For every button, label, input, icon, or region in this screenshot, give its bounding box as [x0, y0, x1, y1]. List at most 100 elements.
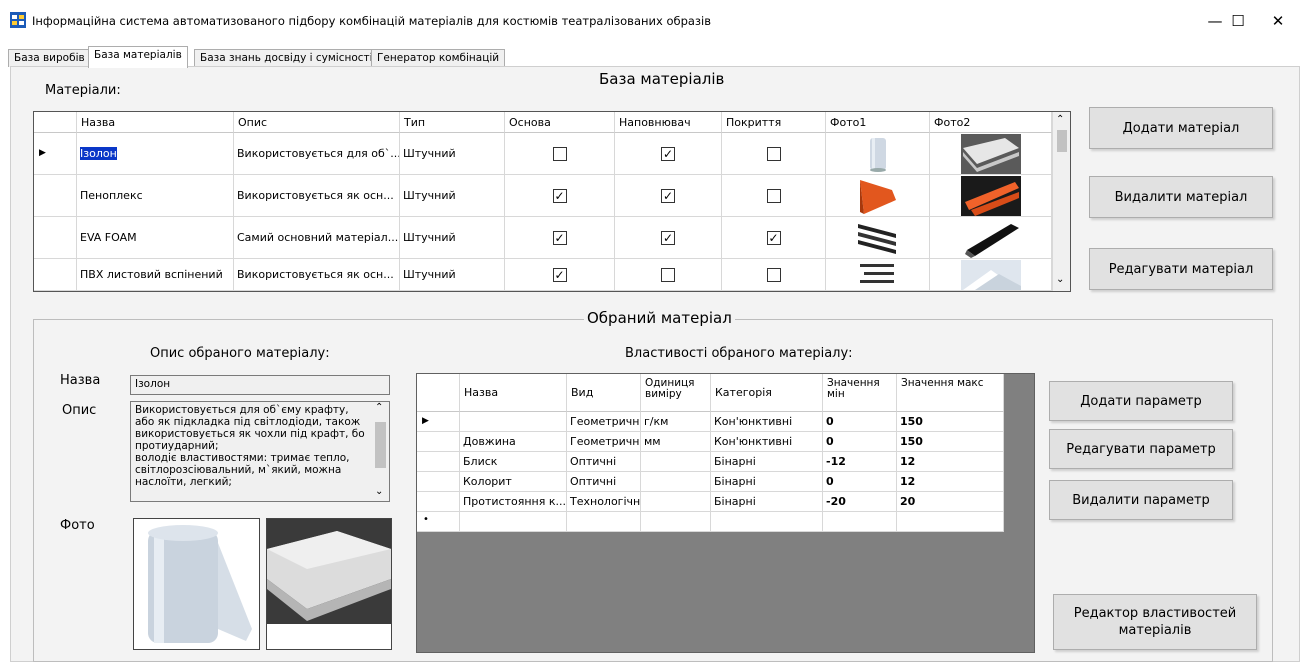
- coating-checkbox[interactable]: ✓: [766, 230, 781, 245]
- scrollbar-thumb[interactable]: [1057, 130, 1067, 152]
- row-header[interactable]: [417, 452, 460, 472]
- material-name-cell[interactable]: EVA FOAM: [77, 217, 234, 259]
- delete-parameter-button[interactable]: Видалити параметр: [1049, 480, 1233, 520]
- prop-max-cell[interactable]: 150: [897, 432, 1004, 452]
- prop-name-cell[interactable]: Протистояння к...: [460, 492, 567, 512]
- material-name-cell[interactable]: Пеноплекс: [77, 175, 234, 217]
- prop-kind-cell[interactable]: Геометричні: [567, 412, 641, 432]
- description-scrollbar[interactable]: ⌃ ⌄: [372, 402, 389, 501]
- add-material-button[interactable]: Додати матеріал: [1089, 107, 1273, 149]
- row-header[interactable]: [34, 217, 77, 259]
- material-desc-cell[interactable]: Використовується як осн...: [234, 259, 400, 291]
- prop-max-cell[interactable]: 150: [897, 412, 1004, 432]
- prop-col-name[interactable]: Назва: [460, 374, 567, 412]
- material-type-cell[interactable]: Штучний: [400, 175, 505, 217]
- edit-material-button[interactable]: Редагувати матеріал: [1089, 248, 1273, 290]
- prop-kind-cell[interactable]: Оптичні: [567, 452, 641, 472]
- material-type-cell[interactable]: Штучний: [400, 133, 505, 175]
- filler-checkbox[interactable]: ✓: [661, 146, 675, 161]
- col-header-base[interactable]: Основа: [505, 112, 615, 133]
- scroll-down-icon[interactable]: ⌄: [375, 486, 383, 497]
- prop-max-cell[interactable]: 12: [897, 472, 1004, 492]
- base-checkbox[interactable]: [552, 146, 567, 161]
- coating-checkbox[interactable]: [766, 267, 781, 282]
- prop-kind-cell[interactable]: Технологічні: [567, 492, 641, 512]
- prop-min-cell[interactable]: 0: [823, 432, 897, 452]
- row-header[interactable]: [34, 175, 77, 217]
- coating-checkbox[interactable]: [766, 188, 781, 203]
- tab-generator[interactable]: Генератор комбінацій: [371, 49, 506, 67]
- prop-name-cell[interactable]: Довжина: [460, 432, 567, 452]
- material-name-cell[interactable]: Ізолон: [77, 133, 234, 175]
- material-name-cell[interactable]: ПВХ листовий вспінений: [77, 259, 234, 291]
- prop-category-cell[interactable]: Кон'юнктивні: [711, 432, 823, 452]
- prop-min-cell[interactable]: 0: [823, 412, 897, 432]
- new-row-cell[interactable]: [823, 512, 897, 532]
- delete-material-button[interactable]: Видалити матеріал: [1089, 176, 1273, 218]
- prop-name-cell[interactable]: Товщина: [460, 412, 567, 432]
- prop-unit-cell[interactable]: [641, 472, 711, 492]
- prop-unit-cell[interactable]: мм: [641, 432, 711, 452]
- new-row-cell[interactable]: [460, 512, 567, 532]
- prop-col-min[interactable]: Значення мін: [823, 374, 897, 412]
- add-parameter-button[interactable]: Додати параметр: [1049, 381, 1233, 421]
- description-textarea[interactable]: Використовується для об`ємy крафту, або …: [130, 401, 390, 502]
- filler-checkbox[interactable]: ✓: [661, 188, 675, 203]
- filler-checkbox[interactable]: [661, 267, 675, 282]
- filler-checkbox[interactable]: ✓: [661, 230, 675, 245]
- prop-col-kind[interactable]: Вид: [567, 374, 641, 412]
- new-row-cell[interactable]: [711, 512, 823, 532]
- prop-name-cell[interactable]: Блиск: [460, 452, 567, 472]
- row-header[interactable]: [417, 432, 460, 452]
- base-checkbox[interactable]: ✓: [552, 188, 567, 203]
- prop-category-cell[interactable]: Кон'юнктивні: [711, 412, 823, 432]
- row-header[interactable]: ▶: [34, 133, 77, 175]
- prop-kind-cell[interactable]: Геометричні: [567, 432, 641, 452]
- prop-min-cell[interactable]: 0: [823, 472, 897, 492]
- prop-unit-cell[interactable]: [641, 492, 711, 512]
- scroll-up-icon[interactable]: ⌃: [1056, 114, 1064, 125]
- edit-parameter-button[interactable]: Редагувати параметр: [1049, 429, 1233, 469]
- prop-min-cell[interactable]: -20: [823, 492, 897, 512]
- prop-category-cell[interactable]: Бінарні: [711, 452, 823, 472]
- prop-unit-cell[interactable]: г/км: [641, 412, 711, 432]
- col-header-photo2[interactable]: Фото2: [930, 112, 1052, 133]
- properties-editor-button[interactable]: Редактор властивостей матеріалів: [1053, 594, 1257, 650]
- coating-checkbox[interactable]: [766, 146, 781, 161]
- new-row-cell[interactable]: [641, 512, 711, 532]
- scroll-down-icon[interactable]: ⌄: [1056, 274, 1064, 285]
- new-row-cell[interactable]: [897, 512, 1004, 532]
- prop-col-max[interactable]: Значення макс: [897, 374, 1004, 412]
- prop-max-cell[interactable]: 12: [897, 452, 1004, 472]
- prop-col-unit[interactable]: Одиниця виміру: [641, 374, 711, 412]
- tab-products[interactable]: База виробів: [8, 49, 91, 67]
- col-header-name[interactable]: Назва: [77, 112, 234, 133]
- scrollbar-thumb[interactable]: [375, 422, 386, 468]
- close-button[interactable]: ✕: [1255, 6, 1301, 36]
- col-header-filler[interactable]: Наповнювач: [615, 112, 722, 133]
- base-checkbox[interactable]: ✓: [552, 230, 567, 245]
- tab-knowledge[interactable]: База знань досвіду і сумісності: [194, 49, 379, 67]
- prop-category-cell[interactable]: Бінарні: [711, 472, 823, 492]
- row-header[interactable]: ▶: [417, 412, 460, 432]
- col-header-type[interactable]: Тип: [400, 112, 505, 133]
- row-header[interactable]: [417, 492, 460, 512]
- row-header[interactable]: [417, 472, 460, 492]
- prop-col-category[interactable]: Категорія: [711, 374, 823, 412]
- prop-unit-cell[interactable]: [641, 452, 711, 472]
- prop-category-cell[interactable]: Бінарні: [711, 492, 823, 512]
- material-desc-cell[interactable]: Самий основний матеріал...: [234, 217, 400, 259]
- new-row-cell[interactable]: [567, 512, 641, 532]
- prop-max-cell[interactable]: 20: [897, 492, 1004, 512]
- col-header-photo1[interactable]: Фото1: [826, 112, 930, 133]
- row-header[interactable]: [34, 259, 77, 291]
- material-desc-cell[interactable]: Використовується для об`...: [234, 133, 400, 175]
- material-type-cell[interactable]: Штучний: [400, 259, 505, 291]
- tab-materials[interactable]: База матеріалів: [88, 46, 188, 68]
- name-field[interactable]: Ізолон: [130, 375, 390, 395]
- prop-kind-cell[interactable]: Оптичні: [567, 472, 641, 492]
- base-checkbox[interactable]: ✓: [552, 267, 567, 282]
- row-header[interactable]: •: [417, 512, 460, 532]
- col-header-coating[interactable]: Покриття: [722, 112, 826, 133]
- scroll-up-icon[interactable]: ⌃: [375, 402, 383, 413]
